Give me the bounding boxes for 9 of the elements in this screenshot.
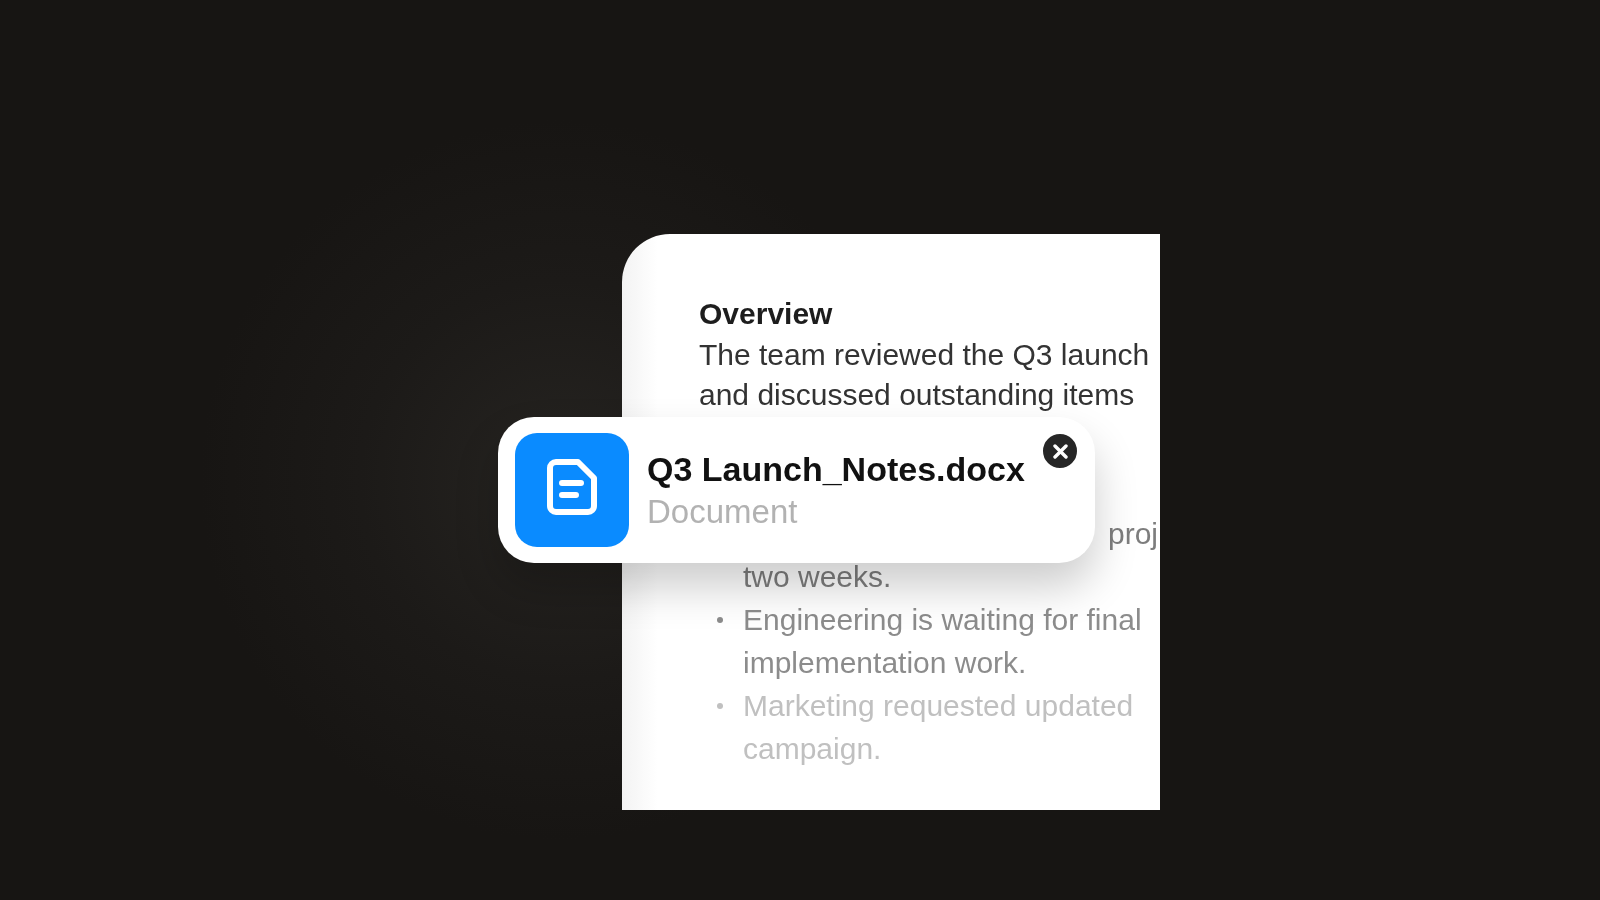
bullet-icon	[717, 703, 723, 709]
section-heading: Overview	[699, 296, 833, 332]
list-item-text: Engineering is waiting for final implementation work.	[743, 602, 1143, 681]
close-icon	[1052, 443, 1068, 459]
list-item-text: Marketing requested updated campaign.	[743, 688, 1135, 767]
document-icon	[515, 433, 629, 547]
bullet-icon	[717, 617, 723, 623]
file-name: Q3 Launch_Notes.docx	[647, 449, 1025, 490]
paragraph-text: The team reviewed the Q3 launch and discussed outstanding items	[699, 337, 1150, 413]
